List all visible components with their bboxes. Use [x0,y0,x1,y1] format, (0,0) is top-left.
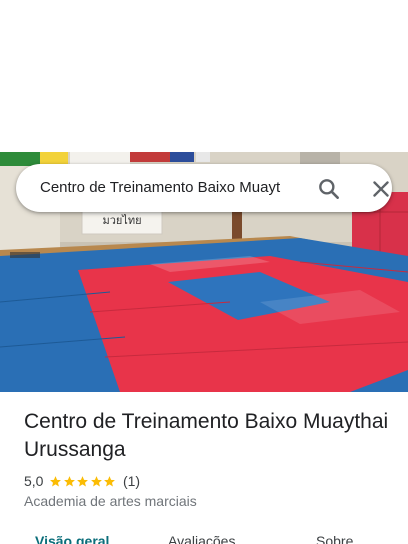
star-rating [49,475,117,488]
star-icon [64,475,75,486]
rating-value: 5,0 [24,473,44,489]
star-icon [77,475,89,486]
tab-bar: Visão geral Avaliações Sobre [0,528,408,544]
tab-about[interactable]: Sobre [316,533,353,544]
wall-sign-text: มวยไทย [102,214,141,227]
search-bar[interactable]: Centro de Treinamento Baixo Muayt [16,164,392,212]
rating-row[interactable]: 5,0 (1) [24,472,140,490]
star-icon [50,475,62,486]
star-icon [104,475,116,486]
close-icon[interactable] [368,176,394,202]
map-area-blank [0,0,408,152]
tab-overview[interactable]: Visão geral [35,533,109,544]
star-icon [91,475,102,486]
place-category: Academia de artes marciais [24,493,197,509]
place-title: Centro de Treinamento Baixo Muaythai Uru… [24,410,389,461]
search-icon[interactable] [316,176,342,202]
review-count-link[interactable]: (1) [123,473,140,489]
search-input[interactable]: Centro de Treinamento Baixo Muayt [40,164,304,212]
tab-reviews[interactable]: Avaliações [168,533,235,544]
